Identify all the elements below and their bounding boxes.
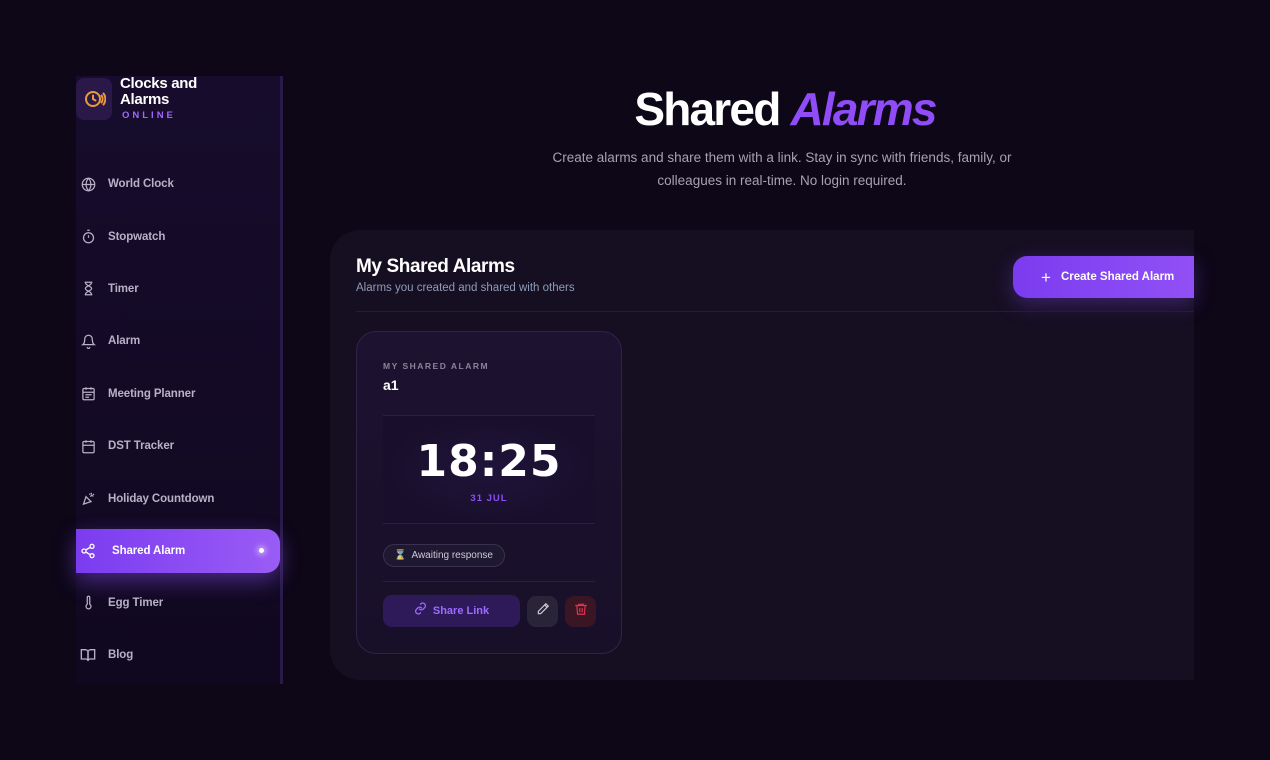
alarm-name: a1 xyxy=(383,377,399,393)
alarm-time-display: 18:25 31 JUL xyxy=(383,416,595,523)
panel-title: My Shared Alarms xyxy=(356,256,515,277)
globe-icon xyxy=(80,176,96,192)
sidebar-item-label: Stopwatch xyxy=(108,230,166,243)
sidebar-item-label: Holiday Countdown xyxy=(108,492,215,505)
card-kicker: MY SHARED ALARM xyxy=(383,361,490,371)
sidebar-nav: World Clock Stopwatch Timer Alarm Meetin… xyxy=(76,158,280,682)
shared-alarm-card[interactable]: MY SHARED ALARM a1 18:25 31 JUL ⌛ Awaiti… xyxy=(356,331,622,654)
panel-header: My Shared Alarms Alarms you created and … xyxy=(356,256,575,294)
edit-button[interactable] xyxy=(527,596,558,627)
party-popper-icon xyxy=(80,491,96,507)
sidebar-item-alarm[interactable]: Alarm xyxy=(76,315,280,367)
sidebar-item-label: Egg Timer xyxy=(108,596,164,609)
share-link-button[interactable]: Share Link xyxy=(383,595,520,627)
calendar-list-icon xyxy=(80,386,96,402)
panel-divider xyxy=(356,311,1194,312)
delete-button[interactable] xyxy=(565,596,596,627)
page-subtitle: Create alarms and share them with a link… xyxy=(552,150,1012,188)
page-title-main: Shared xyxy=(634,83,781,135)
sidebar-item-blog[interactable]: Blog xyxy=(76,629,280,681)
hourglass-icon xyxy=(80,281,96,297)
sidebar-item-egg-timer[interactable]: Egg Timer xyxy=(76,577,280,629)
panel-description: Alarms you created and shared with other… xyxy=(356,282,575,294)
alarm-time: 18:25 xyxy=(416,436,562,487)
sidebar-item-label: Blog xyxy=(108,649,134,662)
sidebar: Clocks and Alarms ONLINE World Clock Sto… xyxy=(76,76,283,684)
app-root: Clocks and Alarms ONLINE World Clock Sto… xyxy=(0,0,1270,760)
stopwatch-icon xyxy=(80,229,96,245)
link-icon xyxy=(414,602,427,620)
card-divider xyxy=(383,523,595,524)
create-shared-alarm-label: Create Shared Alarm xyxy=(1060,271,1175,283)
sidebar-item-label: World Clock xyxy=(108,178,174,191)
sidebar-item-label: Timer xyxy=(108,282,139,295)
sidebar-item-stopwatch[interactable]: Stopwatch xyxy=(76,210,280,262)
share-icon xyxy=(80,543,96,559)
shared-alarms-panel: My Shared Alarms Alarms you created and … xyxy=(330,230,1194,680)
create-shared-alarm-button[interactable]: + Create Shared Alarm xyxy=(1013,256,1194,298)
sidebar-item-label: Meeting Planner xyxy=(108,387,196,400)
thermometer-icon xyxy=(80,595,96,611)
sidebar-item-shared-alarm[interactable]: Shared Alarm xyxy=(76,528,280,573)
bell-icon xyxy=(80,333,96,349)
sidebar-item-holiday-countdown[interactable]: Holiday Countdown xyxy=(76,472,280,524)
sidebar-item-world-clock[interactable]: World Clock xyxy=(76,158,280,210)
sidebar-item-meeting-planner[interactable]: Meeting Planner xyxy=(76,368,280,420)
trash-icon xyxy=(574,602,588,621)
sidebar-item-dst-tracker[interactable]: DST Tracker xyxy=(76,420,280,472)
book-icon xyxy=(80,647,96,663)
calendar-icon xyxy=(80,438,96,454)
share-link-label: Share Link xyxy=(432,605,490,617)
sidebar-item-label: Shared Alarm xyxy=(112,544,186,557)
active-indicator-dot xyxy=(259,547,264,553)
alarm-date: 31 JUL xyxy=(470,493,508,504)
card-divider xyxy=(383,581,595,582)
plus-icon: + xyxy=(1041,267,1051,287)
pencil-icon xyxy=(536,602,550,621)
status-badge: ⌛ Awaiting response xyxy=(383,544,505,567)
sidebar-item-timer[interactable]: Timer xyxy=(76,263,280,315)
status-label: Awaiting response xyxy=(411,550,493,561)
sidebar-item-label: DST Tracker xyxy=(108,440,175,453)
hourglass-icon: ⌛ xyxy=(394,550,407,561)
page-title-accent: Alarms xyxy=(790,83,937,135)
sidebar-item-label: Alarm xyxy=(108,335,141,348)
page-title: Shared Alarms xyxy=(0,82,1270,136)
